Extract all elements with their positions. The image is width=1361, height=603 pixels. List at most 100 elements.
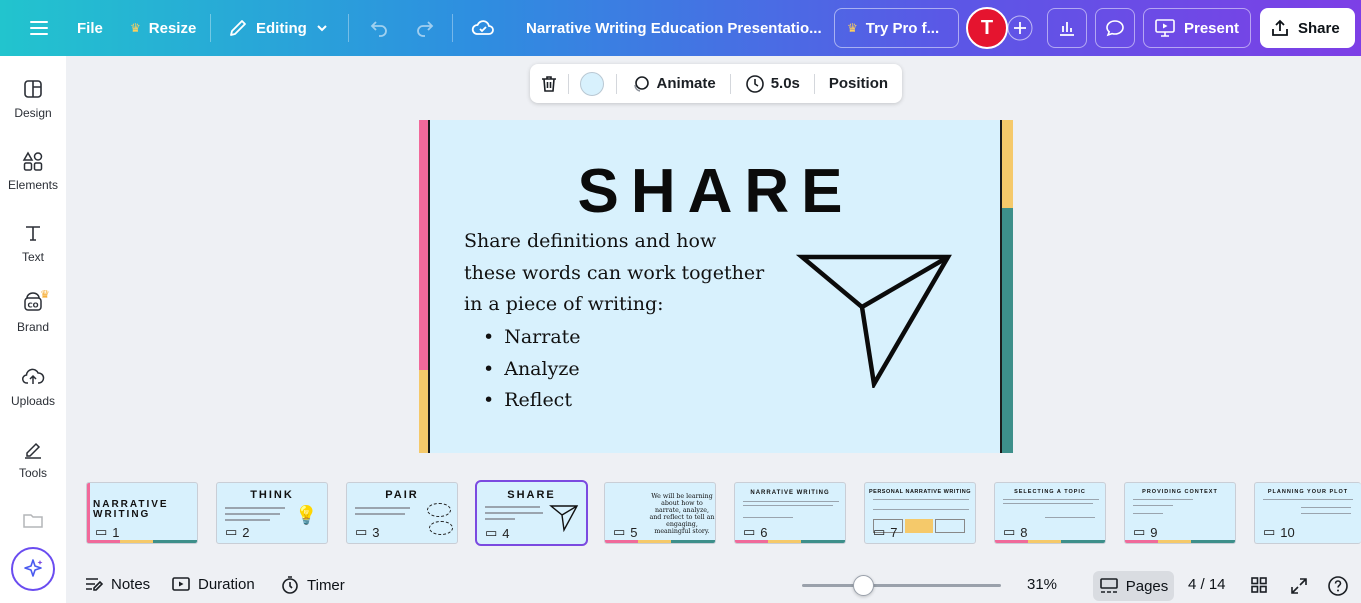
duration-value: 5.0s (770, 75, 800, 92)
page-thumbnail-6[interactable]: NARRATIVE WRITING ▭ 6 (734, 482, 846, 544)
share-button[interactable]: Share (1260, 8, 1355, 48)
body-line: Share definitions and how (464, 230, 717, 252)
thumb-title: SHARE (507, 489, 556, 501)
animate-button[interactable]: Animate (617, 74, 730, 94)
thumb-text-line (1133, 513, 1163, 514)
insights-button[interactable] (1047, 8, 1087, 48)
thumb-text-line (873, 499, 969, 500)
zoom-level[interactable]: 31% (1027, 576, 1057, 593)
divider (210, 14, 211, 42)
sidebar-item-elements[interactable]: Elements (0, 150, 66, 210)
page-thumbnail-3[interactable]: PAIR ▭ 3 (346, 482, 458, 544)
thumb-title: PERSONAL NARRATIVE WRITING (868, 489, 972, 495)
hamburger-icon (30, 21, 48, 35)
thumb-text-line (485, 512, 543, 514)
delete-button[interactable] (530, 74, 568, 94)
paper-plane-icon[interactable] (796, 252, 952, 388)
try-pro-button[interactable]: ♛ Try Pro f... (834, 8, 959, 48)
tools-icon (25, 442, 41, 459)
pencil-icon (230, 20, 246, 36)
timer-button[interactable]: Timer (280, 575, 345, 595)
editing-label: Editing (256, 19, 307, 37)
present-button[interactable]: Present (1143, 8, 1251, 48)
duration-button[interactable]: 5.0s (731, 74, 814, 94)
sidebar-item-label: Uploads (10, 394, 56, 408)
page-thumbnail-4[interactable]: SHARE ▭ 4 (475, 480, 588, 546)
document-title[interactable]: Narrative Writing Education Presentatio.… (518, 8, 830, 48)
redo-button[interactable] (406, 8, 444, 48)
thumb-stripe (995, 540, 1105, 543)
thumb-number: ▭ 6 (743, 524, 768, 540)
add-collaborator-button[interactable] (1000, 8, 1040, 48)
page-thumbnail-9[interactable]: PROVIDING CONTEXT ▭ 9 (1124, 482, 1236, 544)
duration-button[interactable]: Duration (171, 575, 255, 593)
divider (348, 14, 349, 42)
uploads-icon (22, 368, 45, 384)
divider (452, 14, 453, 42)
sidebar-item-design[interactable]: Design (0, 78, 66, 138)
thumb-number-text: 3 (372, 524, 380, 540)
background-color-button[interactable] (569, 71, 615, 96)
editing-mode-button[interactable]: Editing (220, 8, 337, 48)
page-thumbnail-8[interactable]: SELECTING A TOPIC ▭ 8 (994, 482, 1106, 544)
page-thumbnail-10[interactable]: PLANNING YOUR PLOT ▭ 10 (1254, 482, 1361, 544)
folder-icon[interactable] (22, 512, 44, 533)
try-pro-label: Try Pro f... (865, 19, 940, 37)
share-label: Share (1298, 19, 1340, 37)
pages-button[interactable]: Pages (1093, 571, 1174, 601)
file-menu-button[interactable]: File (69, 8, 111, 48)
slide-body-text[interactable]: Share definitions and how these words ca… (464, 226, 794, 321)
grid-view-button[interactable] (1250, 576, 1268, 594)
sidebar-item-uploads[interactable]: Uploads (0, 366, 66, 426)
main-menu-button[interactable] (20, 8, 58, 48)
comments-button[interactable] (1095, 8, 1135, 48)
page-thumbnail-7[interactable]: PERSONAL NARRATIVE WRITING ▭ 7 (864, 482, 976, 544)
slide-canvas[interactable]: SHARE Share definitions and how these wo… (419, 120, 1013, 453)
undo-button[interactable] (360, 8, 398, 48)
pages-icon (1099, 578, 1118, 593)
sidebar-item-text[interactable]: Text (0, 222, 66, 282)
sidebar-item-label: Tools (18, 466, 47, 480)
slide-icon: ▭ (743, 524, 756, 539)
thumb-text-line (1045, 517, 1095, 518)
sidebar-item-label: Text (21, 250, 44, 264)
page-thumbnail-2[interactable]: THINK 💡 ▭ 2 (216, 482, 328, 544)
slide-title[interactable]: SHARE (419, 156, 1013, 227)
cloud-check-icon (471, 20, 494, 35)
present-label: Present (1184, 19, 1240, 37)
sidebar-item-brand[interactable]: ♛ CO Brand (0, 289, 66, 350)
thumb-title: THINK (250, 489, 294, 501)
thumb-number: ▭ 9 (1133, 524, 1158, 540)
slide-icon: ▭ (95, 524, 108, 539)
position-button[interactable]: Position (815, 75, 902, 92)
thumb-number: ▭ 4 (485, 525, 510, 541)
thumb-text-line (225, 513, 280, 515)
resize-label: Resize (148, 19, 197, 37)
help-button[interactable] (1327, 575, 1349, 597)
sidebar-item-tools[interactable]: Tools (0, 438, 66, 498)
page-thumbnail-1[interactable]: NARRATIVE WRITING ▭ 1 (86, 482, 198, 544)
zoom-slider-handle[interactable] (853, 575, 874, 596)
thumb-title: NARRATIVE WRITING (750, 490, 830, 496)
animate-label: Animate (656, 75, 716, 92)
left-sidebar: Design Elements Text ♛ CO Brand Uploads … (0, 56, 66, 603)
thumb-number: ▭ 1 (95, 524, 120, 540)
fullscreen-button[interactable] (1289, 576, 1309, 596)
resize-button[interactable]: ♛ Resize (122, 8, 204, 48)
page-indicator: 4 / 14 (1188, 576, 1226, 593)
thumb-text-line (225, 507, 285, 509)
page-thumbnail-5[interactable]: We will be learning about how to narrate… (604, 482, 716, 544)
notes-button[interactable]: Notes (84, 575, 150, 593)
thumb-text-line (743, 517, 793, 518)
thumb-text-line (225, 519, 270, 521)
slide-icon: ▭ (613, 524, 626, 539)
bullet-list[interactable]: Narrate Analyze Reflect (483, 322, 580, 417)
thumb-text-line (873, 509, 969, 510)
share-upload-icon (1272, 19, 1288, 36)
magic-assistant-button[interactable] (11, 547, 55, 591)
thumb-text-line (1003, 503, 1093, 504)
cloud-sync-button[interactable] (463, 8, 503, 48)
thumb-accent (87, 483, 90, 543)
zoom-slider-track[interactable] (802, 584, 1001, 587)
pages-label: Pages (1125, 577, 1169, 595)
